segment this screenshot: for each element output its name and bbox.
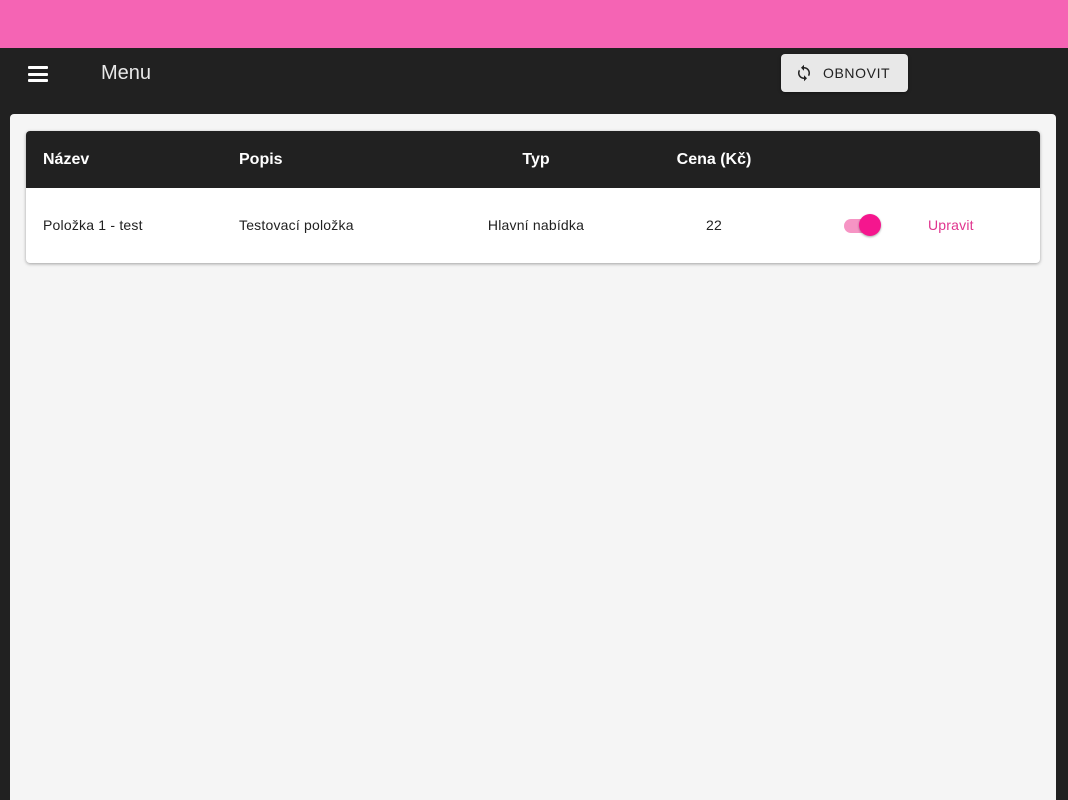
column-header-name: Název xyxy=(43,151,90,168)
edit-link[interactable]: Upravit xyxy=(928,188,974,263)
active-toggle[interactable] xyxy=(844,214,884,238)
page-title: Menu xyxy=(101,62,152,84)
cell-description: Testovací položka xyxy=(239,217,354,233)
column-header-description: Popis xyxy=(239,151,283,168)
toggle-thumb xyxy=(859,214,881,236)
column-header-price: Cena (Kč) xyxy=(676,151,752,168)
refresh-button-label: OBNOVIT xyxy=(823,65,891,81)
cell-name: Položka 1 - test xyxy=(43,217,143,233)
table-row: Položka 1 - test Testovací položka Hlavn… xyxy=(26,188,1040,263)
hamburger-menu-icon[interactable] xyxy=(28,66,48,82)
column-header-type: Typ xyxy=(522,151,550,168)
cell-price: 22 xyxy=(706,217,722,233)
refresh-icon xyxy=(795,64,813,82)
main-content: Název Popis Typ Cena (Kč) Položka 1 - te… xyxy=(10,114,1056,800)
app-bar: Menu OBNOVIT xyxy=(0,48,1068,106)
menu-items-table: Název Popis Typ Cena (Kč) Položka 1 - te… xyxy=(26,131,1040,263)
table-header: Název Popis Typ Cena (Kč) xyxy=(26,131,1040,188)
status-bar xyxy=(0,0,1068,48)
cell-type: Hlavní nabídka xyxy=(487,217,585,233)
refresh-button[interactable]: OBNOVIT xyxy=(781,54,908,92)
